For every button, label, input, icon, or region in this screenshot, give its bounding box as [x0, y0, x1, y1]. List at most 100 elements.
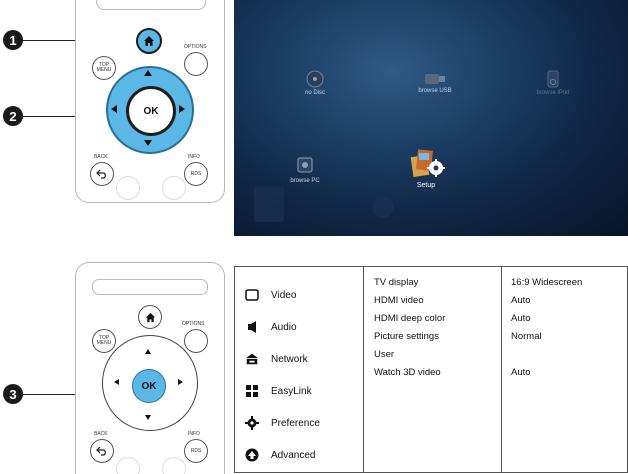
remote-ghost-button [162, 176, 186, 200]
browse-pc-label: browse PC [290, 178, 320, 184]
callout-2-number: 2 [9, 108, 17, 124]
top-menu-button[interactable]: TOP MENU [92, 56, 116, 80]
options-label: OPTIONS [184, 44, 207, 50]
video-icon [245, 288, 259, 302]
setting-value: Auto [511, 313, 531, 324]
category-network-label: Network [271, 353, 308, 365]
remote-ghost-button [162, 457, 186, 474]
options-button[interactable] [184, 329, 208, 353]
pc-icon [297, 157, 313, 173]
no-disc-label: no Disc [304, 90, 325, 96]
category-audio-label: Audio [271, 321, 297, 333]
back-label: BACK [94, 431, 108, 437]
gear-icon [245, 416, 259, 430]
setting-name[interactable]: TV display [374, 277, 418, 288]
browse-ipod-label: browse iPod [536, 90, 570, 96]
disc-icon [306, 70, 324, 88]
callout-1: 1 [3, 30, 23, 50]
info-label: INFO [188, 431, 200, 437]
setup-label: Setup [416, 182, 436, 189]
options-button[interactable] [184, 52, 208, 76]
browse-pc-item[interactable]: browse PC [280, 156, 330, 184]
category-advanced[interactable]: Advanced [245, 445, 315, 465]
usb-icon [425, 74, 445, 84]
callout-2: 2 [3, 106, 23, 126]
nav-down-arrow[interactable] [144, 140, 152, 146]
top-menu-label: TOP MENU [96, 335, 112, 346]
setup-item[interactable]: Setup [404, 146, 448, 189]
browse-usb-label: browse USB [418, 88, 452, 94]
top-menu-label: TOP MENU [96, 62, 112, 73]
ok-label: OK [141, 380, 157, 392]
callout-3-number: 3 [9, 386, 17, 402]
nav-down-arrow[interactable] [145, 415, 151, 420]
network-icon [245, 352, 259, 366]
home-icon [144, 36, 154, 46]
info-rds-button[interactable]: RDS [184, 439, 208, 463]
category-easylink-label: EasyLink [271, 385, 312, 397]
rds-label: RDS [190, 170, 202, 177]
home-button[interactable] [138, 305, 162, 329]
back-label: BACK [94, 154, 108, 160]
nav-left-arrow[interactable] [111, 105, 117, 113]
category-preference[interactable]: Preference [245, 413, 320, 433]
speaker-icon [245, 320, 259, 334]
ok-button[interactable]: OK [126, 86, 176, 136]
ok-button[interactable]: OK [132, 369, 166, 403]
category-easylink[interactable]: EasyLink [245, 381, 312, 401]
home-icon [145, 312, 155, 322]
options-label: OPTIONS [182, 321, 205, 327]
ipod-icon [547, 70, 559, 88]
advanced-icon [245, 448, 259, 462]
setting-value: Auto [511, 295, 531, 306]
no-disc-item[interactable]: no Disc [290, 70, 340, 96]
nav-left-arrow[interactable] [114, 379, 119, 385]
category-video[interactable]: Video [245, 285, 296, 305]
easylink-icon [245, 384, 259, 398]
info-label: INFO [188, 154, 200, 160]
back-arrow-icon [96, 446, 106, 456]
remote-ghost-button [116, 176, 140, 200]
column-divider [501, 267, 502, 472]
category-preference-label: Preference [271, 417, 320, 429]
nav-up-arrow[interactable] [145, 349, 151, 354]
setting-value: Auto [511, 367, 531, 378]
top-menu-button[interactable]: TOP MENU [92, 329, 116, 353]
category-network[interactable]: Network [245, 349, 308, 369]
rds-label: RDS [190, 447, 202, 454]
setting-name[interactable]: Watch 3D video [374, 367, 441, 378]
setting-name[interactable]: HDMI deep color [374, 313, 445, 324]
home-screen: no Disc browse USB browse iPod browse PC… [234, 0, 628, 236]
callout-3: 3 [3, 384, 23, 404]
browse-usb-item[interactable]: browse USB [408, 72, 462, 94]
remote-edge-button [92, 279, 208, 295]
back-button[interactable] [90, 162, 114, 186]
home-button[interactable] [136, 28, 162, 54]
background-film-icon [254, 186, 284, 222]
nav-right-arrow[interactable] [179, 105, 185, 113]
category-audio[interactable]: Audio [245, 317, 297, 337]
nav-right-arrow[interactable] [178, 379, 183, 385]
background-disc-icon [372, 196, 394, 218]
column-divider [363, 267, 364, 472]
remote-ghost-button [116, 457, 140, 474]
category-advanced-label: Advanced [271, 449, 316, 461]
back-arrow-icon [96, 169, 106, 179]
back-button[interactable] [90, 439, 114, 463]
setting-value: Normal [511, 331, 542, 342]
remote-edge-button [96, 0, 206, 10]
settings-menu: Video Audio Network EasyLink Preference … [234, 266, 628, 473]
setup-icon [410, 149, 445, 178]
info-rds-button[interactable]: RDS [184, 162, 208, 186]
setting-name[interactable]: HDMI video [374, 295, 424, 306]
browse-ipod-item[interactable]: browse iPod [526, 70, 580, 96]
setting-name[interactable]: User [374, 349, 394, 360]
nav-up-arrow[interactable] [144, 70, 152, 76]
setting-value: 16:9 Widescreen [511, 277, 583, 288]
category-video-label: Video [271, 289, 297, 301]
ok-label: OK [143, 105, 159, 117]
remote-control-bottom: TOP MENU OPTIONS OK BACK INFO RDS [75, 262, 225, 474]
setting-name[interactable]: Picture settings [374, 331, 439, 342]
callout-1-number: 1 [9, 32, 17, 48]
remote-control-top: TOP MENU OPTIONS OK BACK INFO RDS [75, 0, 225, 203]
